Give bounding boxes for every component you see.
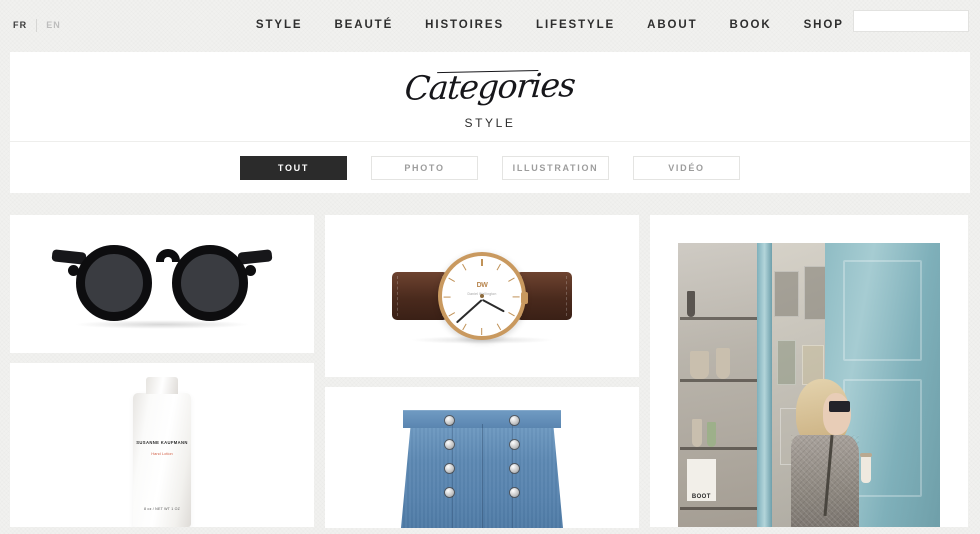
language-divider: [36, 18, 38, 32]
lotion-volume-label: 8 oz / NET WT 1 OZ: [143, 507, 181, 511]
menu-item-shop[interactable]: SHOP: [804, 19, 844, 31]
skirt-button: [510, 416, 519, 425]
menu-item-about[interactable]: ABOUT: [647, 19, 697, 31]
watch-dial-logo: DW: [476, 282, 488, 289]
filter-button-illustration[interactable]: ILLUSTRATION: [502, 155, 609, 180]
shop-window: BOOT: [678, 243, 765, 527]
watch-hour-hand: [481, 298, 505, 313]
skirt-button: [510, 488, 519, 497]
page-subtitle: STYLE: [464, 115, 516, 130]
skirt-button: [445, 416, 454, 425]
sunglasses-lens-left: [76, 245, 152, 321]
filter-button-tout[interactable]: TOUT: [240, 155, 347, 180]
watch-image: DW Daniel Wellington: [384, 250, 580, 344]
menu-item-beaute[interactable]: BEAUTÉ: [334, 19, 393, 31]
lotion-name-label: Hand Lotion: [151, 451, 173, 456]
grid-column-middle: DW Daniel Wellington: [325, 215, 639, 528]
grid-column-right: BOOT: [650, 215, 968, 527]
lotion-bottle-image: SUSANNE KAUFMANN Hand Lotion 8 oz / NET …: [133, 377, 191, 527]
skirt-button: [445, 440, 454, 449]
watch-crown: [521, 292, 528, 304]
grid-item-denim-skirt[interactable]: [325, 387, 639, 528]
coffee-cup: [859, 453, 872, 483]
skirt-center-seam: [482, 424, 483, 528]
sunglasses-shadow: [74, 320, 250, 329]
sunglasses-hinge-left: [68, 265, 79, 276]
page-title: Categories: [403, 64, 577, 108]
language-option-fr[interactable]: FR: [13, 20, 27, 30]
menu-item-histoires[interactable]: HISTOIRES: [425, 19, 504, 31]
menu-item-style[interactable]: STYLE: [256, 19, 303, 31]
skirt-button: [445, 464, 454, 473]
filter-button-photo[interactable]: PHOTO: [371, 155, 478, 180]
woman-sunglasses-icon: [828, 401, 851, 412]
category-header-panel: Categories STYLE TOUT PHOTO ILLUSTRATION…: [10, 52, 970, 193]
skirt-button: [510, 464, 519, 473]
category-grid: SUSANNE KAUFMANN Hand Lotion 8 oz / NET …: [10, 215, 970, 528]
grid-item-street-style[interactable]: BOOT: [650, 215, 968, 527]
shop-sign: BOOT: [686, 458, 717, 502]
denim-skirt-image: [387, 410, 577, 528]
search-input[interactable]: [854, 11, 980, 31]
language-switcher: FR EN: [13, 18, 61, 32]
menu-item-book[interactable]: BOOK: [730, 19, 772, 31]
sunglasses-bridge: [156, 249, 180, 262]
main-menu: STYLE BEAUTÉ HISTOIRES LIFESTYLE ABOUT B…: [256, 19, 844, 31]
lotion-brand-label: SUSANNE KAUFMANN: [136, 440, 188, 445]
door-frame: [756, 243, 773, 527]
title-block: Categories STYLE: [10, 52, 970, 141]
watch-case: DW Daniel Wellington: [438, 252, 528, 340]
skirt-left-seam: [451, 424, 453, 528]
watch-minute-hand: [456, 299, 483, 324]
watch-center-pin: [480, 294, 484, 298]
sunglasses-arm-right: [237, 249, 273, 265]
skirt-button: [445, 488, 454, 497]
language-option-en[interactable]: EN: [46, 20, 61, 30]
sunglasses-hinge-right: [245, 265, 256, 276]
street-style-image: BOOT: [678, 243, 940, 527]
grid-item-watch[interactable]: DW Daniel Wellington: [325, 215, 639, 377]
filter-button-video[interactable]: VIDÉO: [633, 155, 740, 180]
grid-item-hand-lotion[interactable]: SUSANNE KAUFMANN Hand Lotion 8 oz / NET …: [10, 363, 314, 527]
sunglasses-lens-right: [172, 245, 248, 321]
lotion-bottle-cap: [146, 377, 178, 394]
woman-figure: [790, 379, 872, 527]
skirt-button: [510, 440, 519, 449]
filter-bar: TOUT PHOTO ILLUSTRATION VIDÉO: [10, 142, 970, 193]
grid-column-left: SUSANNE KAUFMANN Hand Lotion 8 oz / NET …: [10, 215, 314, 527]
search-box[interactable]: [853, 10, 980, 32]
sunglasses-image: [46, 243, 278, 329]
top-navigation-bar: FR EN STYLE BEAUTÉ HISTOIRES LIFESTYLE A…: [0, 0, 980, 50]
menu-item-lifestyle[interactable]: LIFESTYLE: [536, 19, 615, 31]
grid-item-sunglasses[interactable]: [10, 215, 314, 353]
